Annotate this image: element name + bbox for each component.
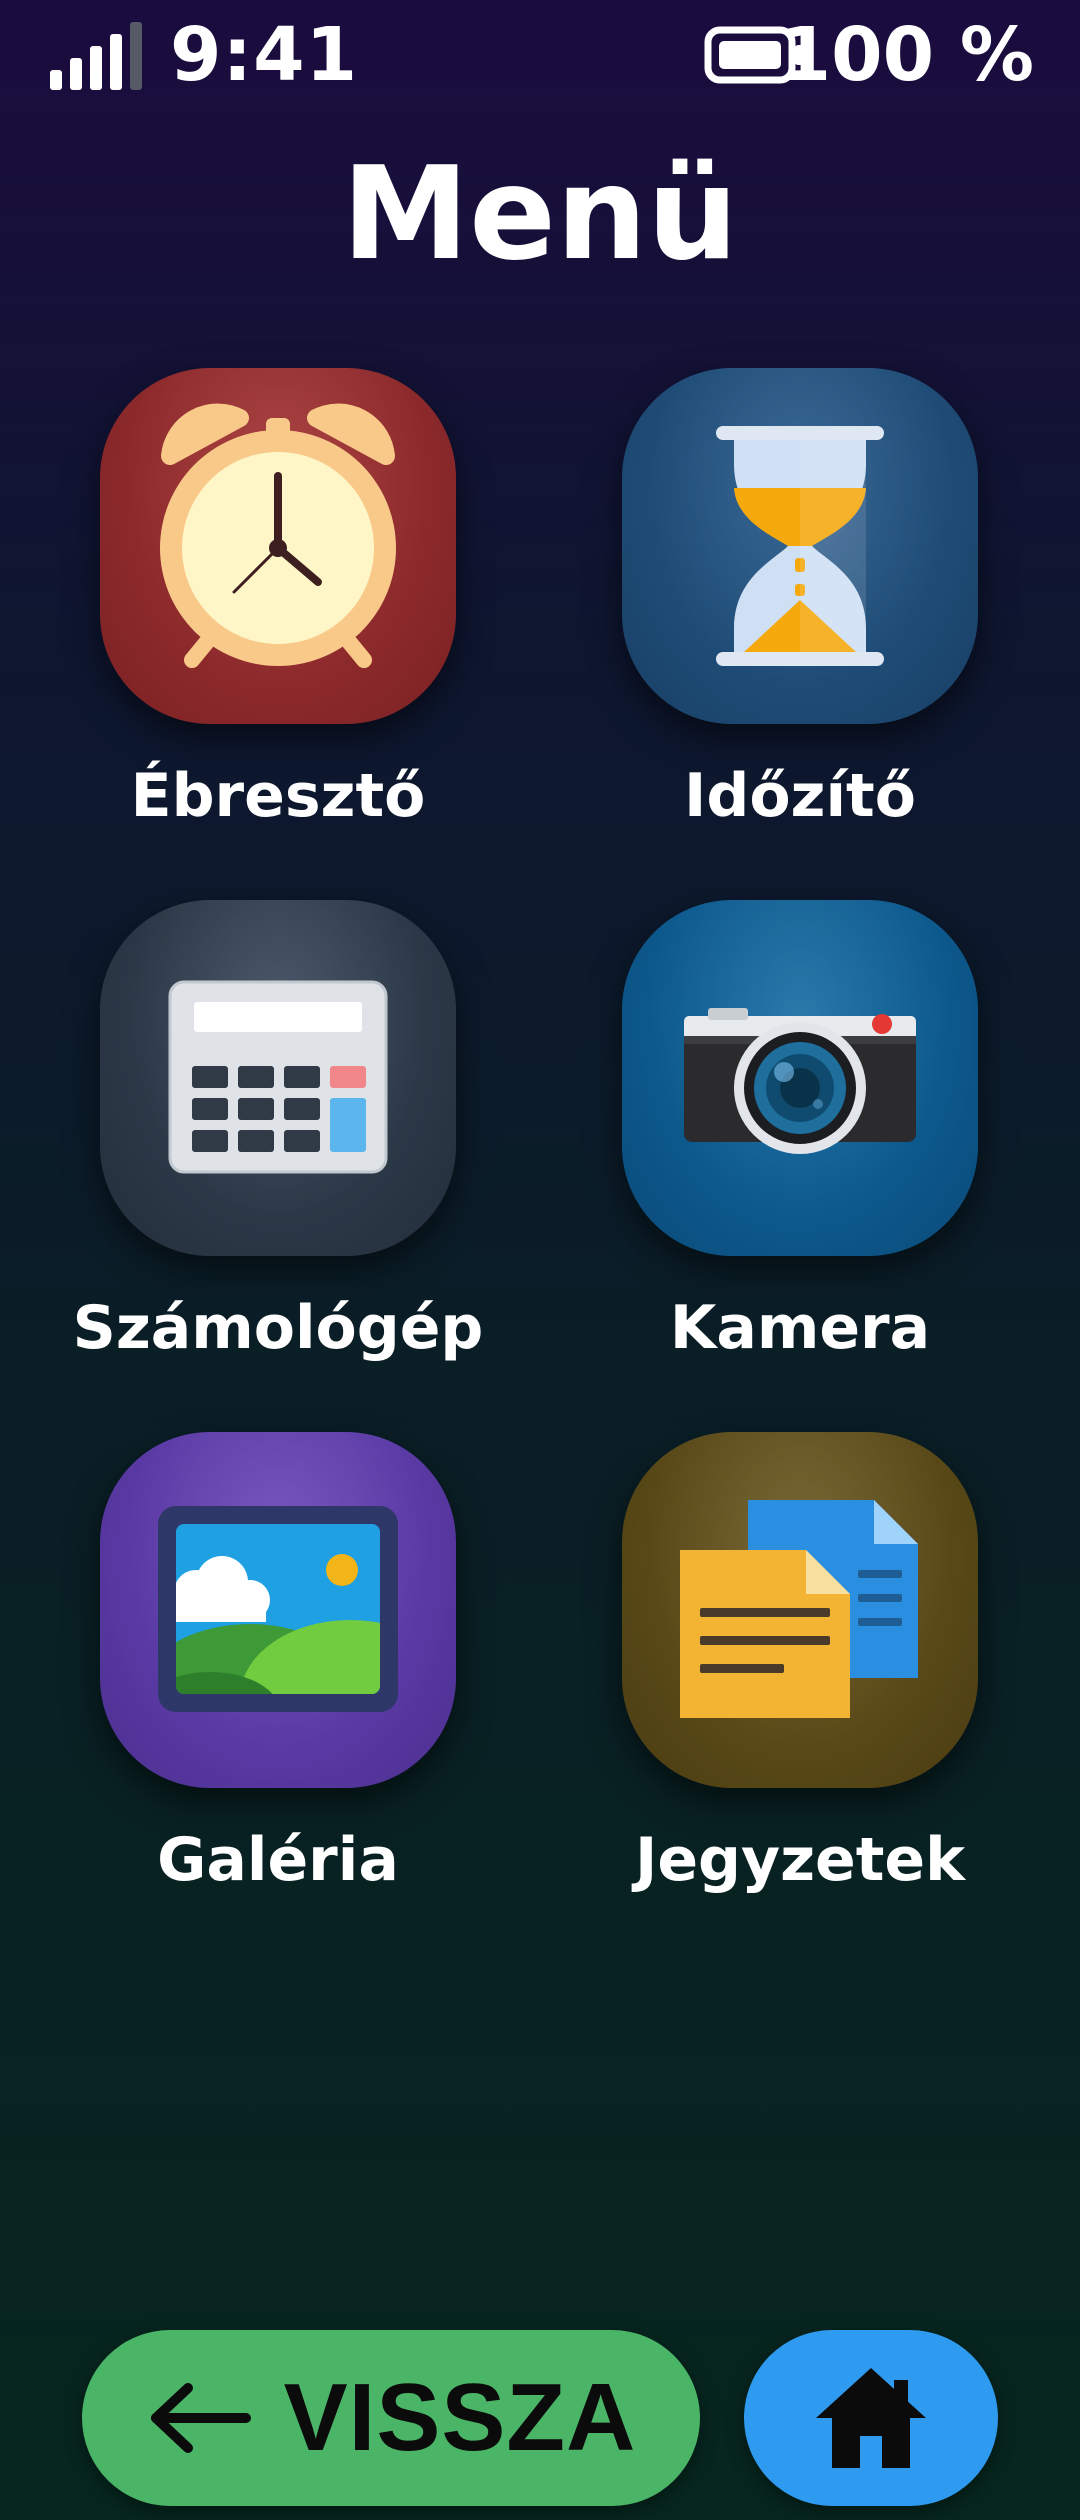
gallery-picture-icon xyxy=(158,1506,398,1712)
app-camera[interactable]: Kamera xyxy=(522,900,1042,1400)
app-label: Számológép xyxy=(72,1293,484,1363)
page-title: Menü xyxy=(341,140,739,289)
app-label: Kamera xyxy=(669,1293,931,1363)
app-alarm[interactable]: Ébresztő xyxy=(0,368,520,868)
battery-percentage: 100 % xyxy=(779,12,1034,98)
app-notes[interactable]: Jegyzetek xyxy=(522,1432,1042,1932)
camera-app-icon-tile[interactable] xyxy=(622,900,978,1256)
app-gallery[interactable]: Galéria xyxy=(0,1432,520,1932)
back-button-label: VISSZA xyxy=(283,2364,637,2471)
signal-strength-icon xyxy=(50,22,142,90)
status-bar: 9:41 100 % xyxy=(0,0,1080,110)
calculator-icon xyxy=(168,980,388,1174)
camera-icon xyxy=(684,1008,916,1154)
app-label: Galéria xyxy=(157,1825,399,1895)
app-label: Jegyzetek xyxy=(635,1825,965,1895)
home-icon xyxy=(816,2368,926,2468)
gallery-app-icon-tile[interactable] xyxy=(100,1432,456,1788)
timer-app-icon-tile[interactable] xyxy=(622,368,978,724)
hourglass-icon xyxy=(716,426,884,666)
back-button[interactable]: VISSZA xyxy=(82,2330,700,2506)
app-label: Ébresztő xyxy=(130,761,426,831)
app-label: Időzítő xyxy=(684,761,916,831)
alarm-app-icon-tile[interactable] xyxy=(100,368,456,724)
arrow-left-icon xyxy=(150,2383,251,2453)
notes-documents-icon xyxy=(680,1500,918,1718)
app-timer[interactable]: Időzítő xyxy=(522,368,1042,868)
home-button[interactable] xyxy=(744,2330,998,2506)
alarm-clock-icon xyxy=(160,403,396,668)
notes-app-icon-tile[interactable] xyxy=(622,1432,978,1788)
status-time: 9:41 xyxy=(170,12,359,98)
app-calculator[interactable]: Számológép xyxy=(0,900,520,1400)
calculator-app-icon-tile[interactable] xyxy=(100,900,456,1256)
